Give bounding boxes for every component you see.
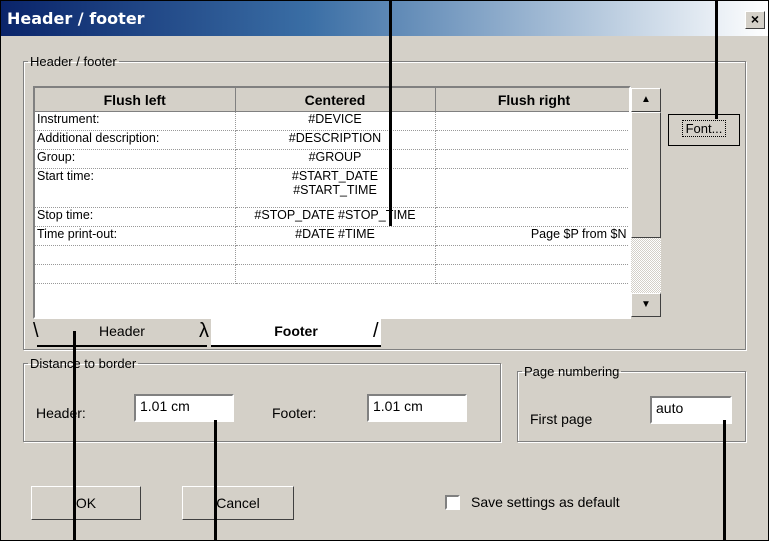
table-cell[interactable]: Time print-out: xyxy=(35,226,236,246)
table-cell[interactable] xyxy=(435,264,629,284)
table-cell[interactable]: Instrument: xyxy=(35,111,236,131)
scroll-down-icon[interactable]: ▼ xyxy=(631,293,661,317)
table-cell[interactable]: #DATE #TIME xyxy=(235,226,436,246)
table-scrollbar[interactable]: ▲ ▼ xyxy=(631,88,661,317)
tab-footer[interactable]: Footer xyxy=(211,319,381,347)
save-default-label[interactable]: Save settings as default xyxy=(471,494,620,510)
table-cell[interactable]: #GROUP xyxy=(235,149,436,169)
distance-legend: Distance to border xyxy=(30,356,137,371)
close-icon[interactable]: × xyxy=(745,11,765,29)
table-cell[interactable] xyxy=(235,245,436,265)
first-page-field[interactable]: auto xyxy=(650,396,732,424)
table-cell[interactable]: Start time: xyxy=(35,168,236,208)
cancel-button[interactable]: Cancel xyxy=(182,486,294,520)
column-header-centered: Centered xyxy=(235,88,436,112)
scroll-up-icon[interactable]: ▲ xyxy=(631,88,661,112)
table-row[interactable] xyxy=(35,245,629,265)
save-default-checkbox[interactable] xyxy=(445,495,460,510)
scrollbar-thumb[interactable] xyxy=(631,112,661,238)
table-row[interactable] xyxy=(35,264,629,284)
header-footer-dialog: Header / footer × Header / footer Flush … xyxy=(0,0,769,541)
column-header-flush-left: Flush left xyxy=(35,88,236,112)
header-footer-table[interactable]: Flush left Centered Flush right Instrume… xyxy=(33,86,631,319)
footer-distance-label: Footer: xyxy=(272,405,317,421)
table-cell[interactable] xyxy=(35,245,236,265)
first-page-label: First page xyxy=(530,411,593,427)
table-row[interactable]: Instrument: #DEVICE xyxy=(35,111,629,131)
title-bar: Header / footer × xyxy=(1,1,768,36)
tab-edge: λ xyxy=(199,320,209,342)
table-cell[interactable] xyxy=(435,111,629,131)
table-cell[interactable]: #START_DATE #START_TIME xyxy=(235,168,436,208)
table-cell[interactable] xyxy=(435,130,629,150)
callout-line xyxy=(73,331,76,540)
page-numbering-legend: Page numbering xyxy=(524,364,620,379)
table-row[interactable]: Start time: #START_DATE #START_TIME xyxy=(35,168,629,208)
table-cell[interactable]: #DESCRIPTION xyxy=(235,130,436,150)
table-cell[interactable]: #DEVICE xyxy=(235,111,436,131)
table-cell[interactable] xyxy=(235,264,436,284)
callout-line xyxy=(723,420,726,540)
table-row[interactable]: Additional description: #DESCRIPTION xyxy=(35,130,629,150)
table-cell[interactable]: Group: xyxy=(35,149,236,169)
tab-header[interactable]: Header xyxy=(37,319,207,347)
window-title: Header / footer xyxy=(7,9,145,28)
callout-line xyxy=(389,1,392,226)
header-footer-legend: Header / footer xyxy=(30,54,117,69)
table-cell[interactable] xyxy=(435,245,629,265)
table-row[interactable]: Group: #GROUP xyxy=(35,149,629,169)
font-button-label: Font... xyxy=(681,120,727,137)
table-cell[interactable] xyxy=(435,168,629,208)
callout-line xyxy=(715,1,718,119)
table-cell[interactable] xyxy=(435,149,629,169)
table-cell[interactable] xyxy=(35,264,236,284)
callout-line xyxy=(214,420,217,540)
table-cell[interactable]: Stop time: xyxy=(35,207,236,227)
header-distance-field[interactable]: 1.01 cm xyxy=(134,394,234,422)
table-cell[interactable] xyxy=(435,207,629,227)
tab-edge: / xyxy=(373,320,379,342)
column-header-flush-right: Flush right xyxy=(435,88,629,112)
table-cell[interactable]: Page $P from $N xyxy=(435,226,629,246)
ok-button[interactable]: OK xyxy=(31,486,141,520)
table-row[interactable]: Stop time: #STOP_DATE #STOP_TIME xyxy=(35,207,629,227)
tab-strip: \ Header λ Footer / xyxy=(33,319,631,347)
table-header-row: Flush left Centered Flush right xyxy=(35,88,629,112)
header-distance-label: Header: xyxy=(36,405,86,421)
font-button[interactable]: Font... xyxy=(668,114,740,146)
table-cell[interactable]: #STOP_DATE #STOP_TIME xyxy=(235,207,436,227)
footer-distance-field[interactable]: 1.01 cm xyxy=(367,394,467,422)
table-cell[interactable]: Additional description: xyxy=(35,130,236,150)
table-row[interactable]: Time print-out: #DATE #TIME Page $P from $… xyxy=(35,226,629,246)
